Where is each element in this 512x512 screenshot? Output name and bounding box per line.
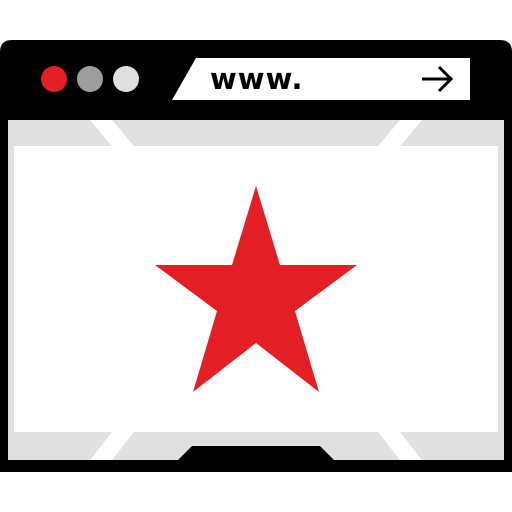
browser-window: www. bbox=[0, 40, 512, 472]
address-bar-text: www. bbox=[210, 62, 304, 96]
close-dot[interactable] bbox=[41, 66, 67, 92]
minimize-dot[interactable] bbox=[77, 66, 103, 92]
window-border-left bbox=[0, 118, 8, 472]
bottom-bar bbox=[0, 460, 512, 472]
window-border-right bbox=[504, 118, 512, 472]
browser-window-illustration: www. bbox=[0, 0, 512, 512]
bottom-tab bbox=[178, 446, 334, 460]
maximize-dot[interactable] bbox=[113, 66, 139, 92]
content-border-left bbox=[8, 120, 14, 460]
content-border-right bbox=[498, 120, 504, 460]
top-decoration-center bbox=[112, 120, 400, 146]
